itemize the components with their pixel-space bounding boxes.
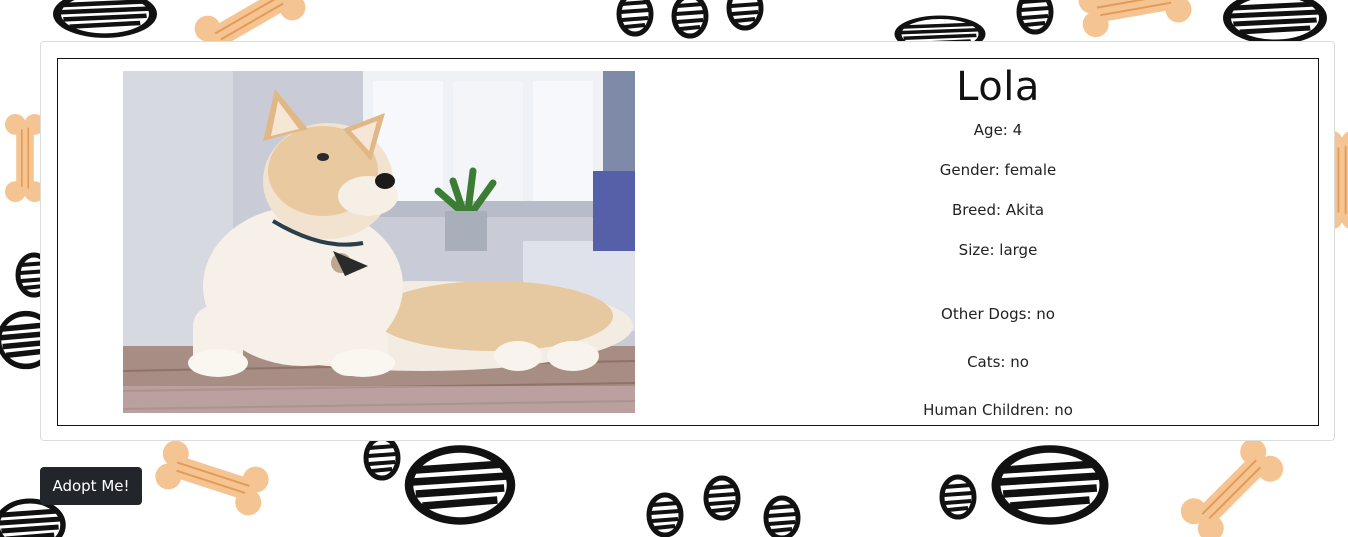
pet-photo xyxy=(123,71,635,413)
bone-icon xyxy=(1075,0,1195,41)
pet-card-inner-frame: Lola Age: 4 Gender: female Breed: Akita … xyxy=(57,58,1319,426)
paw-print-icon xyxy=(1227,0,1323,42)
paw-print-icon xyxy=(366,438,511,521)
pet-card: Lola Age: 4 Gender: female Breed: Akita … xyxy=(40,41,1335,441)
bone-icon xyxy=(1174,432,1290,537)
pet-human-children: Human Children: no xyxy=(923,401,1073,419)
pet-cats: Cats: no xyxy=(967,353,1029,371)
bone-icon xyxy=(4,113,46,203)
paw-print-icon xyxy=(0,501,63,537)
pet-other-dogs: Other Dogs: no xyxy=(941,305,1055,323)
bone-icon xyxy=(150,436,274,520)
adopt-me-button[interactable]: Adopt Me! xyxy=(40,467,142,505)
paw-print-icon xyxy=(57,0,153,36)
pet-size: Size: large xyxy=(958,241,1038,259)
paw-print-icon xyxy=(942,449,1104,521)
pet-name: Lola xyxy=(956,64,1040,110)
paw-print-icon xyxy=(649,478,798,537)
pet-age: Age: 4 xyxy=(973,121,1023,139)
pet-breed: Breed: Akita xyxy=(951,201,1045,219)
pet-gender: Gender: female xyxy=(939,161,1057,179)
